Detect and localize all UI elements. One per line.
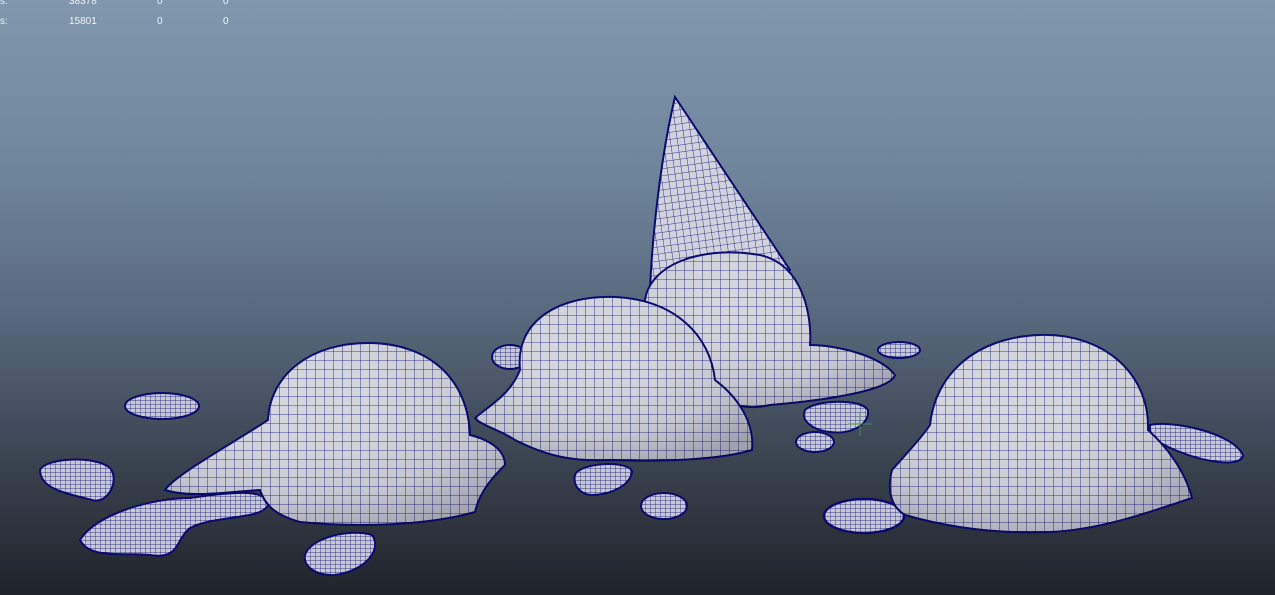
melt-puddle[interactable] (303, 531, 377, 577)
melt-puddle[interactable] (124, 392, 200, 420)
melt-puddle[interactable] (822, 497, 906, 535)
melted-scoop-right[interactable] (888, 333, 1194, 534)
viewport-3d[interactable]: s: 38378 0 0 s: 15801 0 0 (0, 0, 1275, 595)
melt-puddle[interactable] (38, 458, 115, 502)
melt-puddle[interactable] (640, 492, 688, 520)
melt-puddle[interactable] (877, 341, 921, 359)
melt-puddle[interactable] (802, 400, 870, 434)
melt-puddle[interactable] (78, 491, 270, 557)
scene-view[interactable] (0, 0, 1275, 595)
melt-puddle[interactable] (795, 431, 835, 453)
melt-puddle[interactable] (573, 463, 634, 497)
